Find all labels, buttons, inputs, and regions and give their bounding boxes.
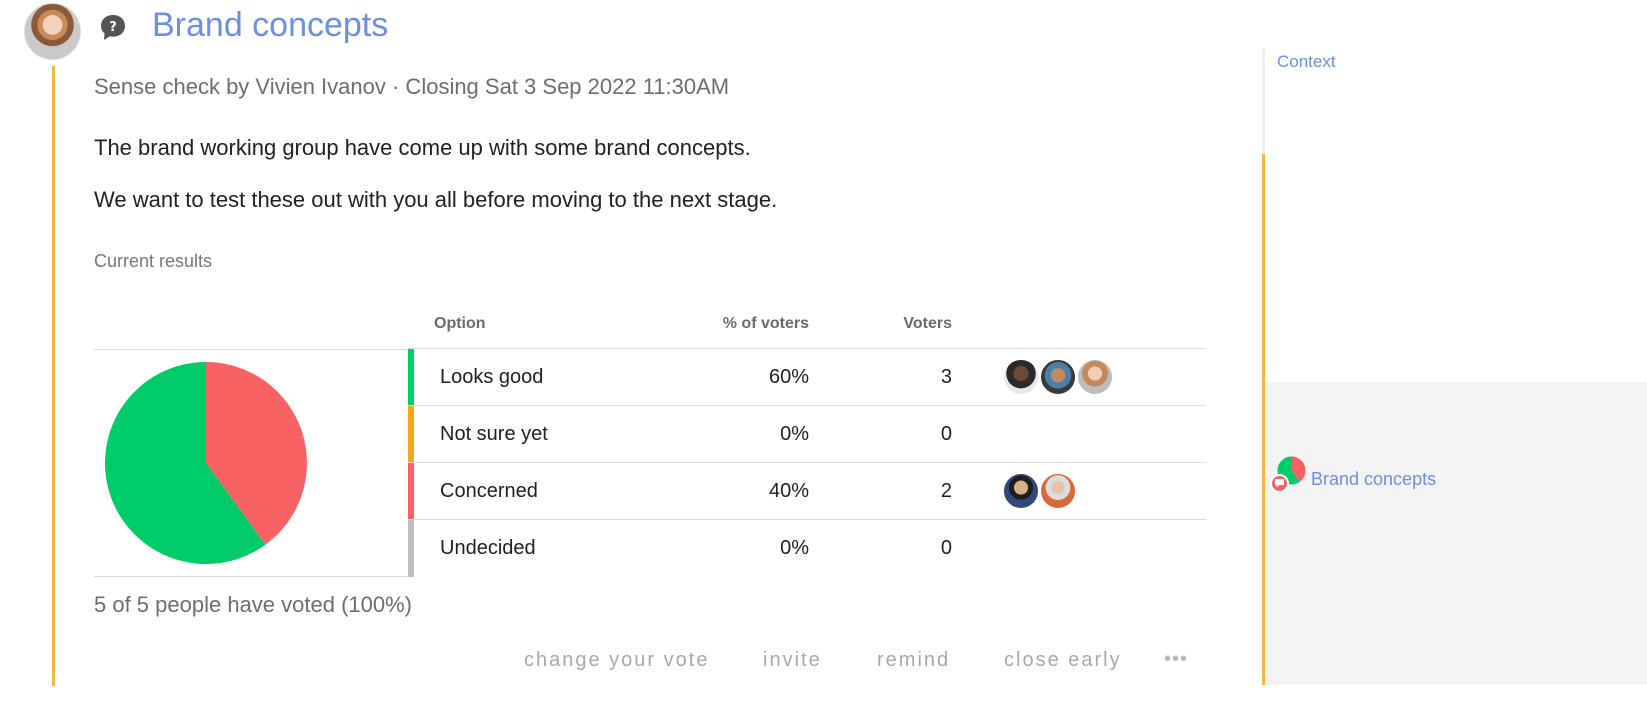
voter-avatars [1002, 358, 1114, 396]
voter-avatar[interactable] [1002, 358, 1040, 396]
option-percent: 60% [768, 366, 809, 388]
context-item-brand-concepts[interactable]: Brand concepts [1311, 469, 1436, 490]
option-color-bar [408, 463, 414, 519]
option-label: Not sure yet [440, 423, 548, 445]
invite-button[interactable]: invite [763, 649, 822, 672]
concerned-badge-icon [1270, 474, 1289, 493]
option-color-bar [408, 406, 414, 462]
option-voter-count: 0 [940, 423, 952, 445]
option-label: Looks good [440, 366, 544, 388]
option-voter-count: 3 [940, 366, 952, 388]
pie-divider-top [94, 349, 408, 350]
author-avatar[interactable] [24, 3, 81, 60]
voter-avatar[interactable] [1076, 358, 1114, 396]
option-percent: 0% [780, 537, 809, 559]
option-percent: 0% [780, 423, 809, 445]
context-link[interactable]: Context [1277, 52, 1336, 72]
header-option: Option [434, 315, 486, 332]
voter-avatar[interactable] [1039, 358, 1077, 396]
header-percent: % of voters [722, 315, 809, 332]
table-header: Option % of voters Voters [408, 306, 1206, 349]
close-early-button[interactable]: close early [1004, 649, 1122, 672]
option-voter-count: 2 [940, 480, 952, 502]
poll-description-1: The brand working group have come up wit… [94, 135, 751, 160]
context-active-band [1265, 382, 1647, 685]
svg-text:?: ? [109, 20, 117, 35]
results-pie-chart [105, 362, 307, 564]
voted-summary: 5 of 5 people have voted (100%) [94, 592, 413, 617]
pie-divider-bottom [94, 576, 408, 577]
context-thread-line-top [1262, 48, 1265, 154]
option-color-bar [408, 520, 414, 577]
poll-description-2: We want to test these out with you all b… [94, 187, 778, 212]
option-label: Concerned [440, 480, 538, 502]
results-label: Current results [94, 251, 213, 271]
header-voters: Voters [903, 315, 952, 332]
table-row-concerned[interactable]: Concerned 40% 2 [408, 463, 1206, 520]
voter-avatar[interactable] [1039, 472, 1077, 510]
results-table: Option % of voters Voters Looks good 60%… [408, 306, 1206, 577]
table-row-undecided[interactable]: Undecided 0% 0 [408, 520, 1206, 577]
remind-button[interactable]: remind [877, 649, 950, 672]
option-percent: 40% [768, 480, 809, 502]
table-row-looks-good[interactable]: Looks good 60% 3 [408, 349, 1206, 406]
option-label: Undecided [440, 537, 536, 559]
voter-avatars [1002, 472, 1077, 510]
thread-line [52, 66, 55, 686]
change-vote-button[interactable]: change your vote [524, 649, 709, 672]
poll-title[interactable]: Brand concepts [152, 6, 388, 45]
voter-avatar[interactable] [1002, 472, 1040, 510]
option-color-bar [408, 349, 414, 405]
more-options-icon[interactable]: ••• [1164, 648, 1188, 671]
option-voter-count: 0 [940, 537, 952, 559]
poll-meta: Sense check by Vivien Ivanov · Closing S… [94, 74, 730, 99]
table-row-not-sure-yet[interactable]: Not sure yet 0% 0 [408, 406, 1206, 463]
help-bubble-icon: ? [100, 14, 126, 42]
